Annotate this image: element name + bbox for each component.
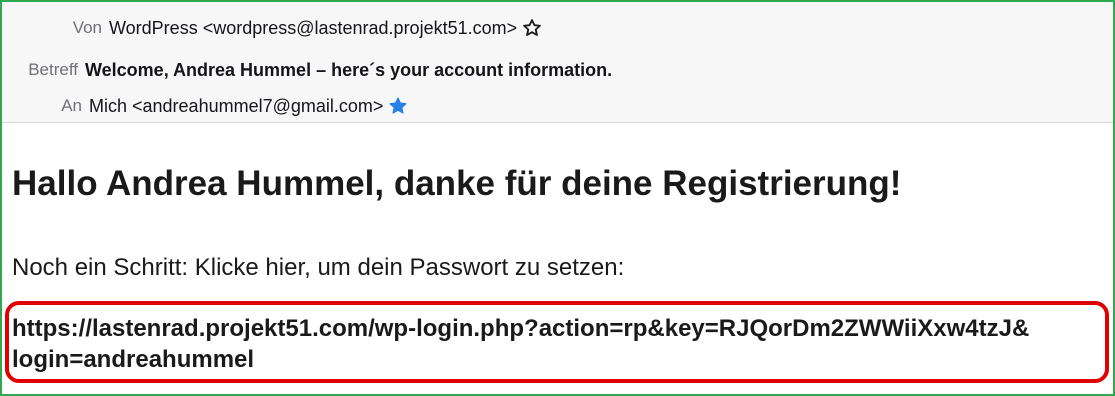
subject-label: Betreff (28, 60, 78, 79)
subject-row: Betreff Welcome, Andrea Hummel – here´s … (2, 54, 612, 86)
subject-text: Welcome, Andrea Hummel – here´s your acc… (85, 59, 613, 80)
star-filled-icon[interactable] (388, 96, 408, 116)
from-label: Von (72, 18, 102, 37)
header-divider (2, 122, 1113, 123)
star-outline-icon[interactable] (522, 18, 542, 38)
to-recipient[interactable]: Mich <andreahummel7@gmail.com> (89, 96, 383, 117)
step-instruction: Noch ein Schritt: Klicke hier, um dein P… (12, 254, 625, 281)
from-sender[interactable]: WordPress <wordpress@lastenrad.projekt51… (109, 18, 517, 39)
to-row: An Mich <andreahummel7@gmail.com> (2, 90, 408, 122)
password-reset-link-continued[interactable]: login=andreahummel (12, 346, 254, 374)
password-reset-link[interactable]: https://lastenrad.projekt51.com/wp-login… (12, 315, 1029, 343)
email-header: Von WordPress <wordpress@lastenrad.proje… (2, 2, 1113, 122)
to-label: An (61, 96, 82, 115)
greeting-heading: Hallo Andrea Hummel, danke für deine Reg… (12, 164, 902, 203)
from-row: Von WordPress <wordpress@lastenrad.proje… (2, 12, 542, 44)
